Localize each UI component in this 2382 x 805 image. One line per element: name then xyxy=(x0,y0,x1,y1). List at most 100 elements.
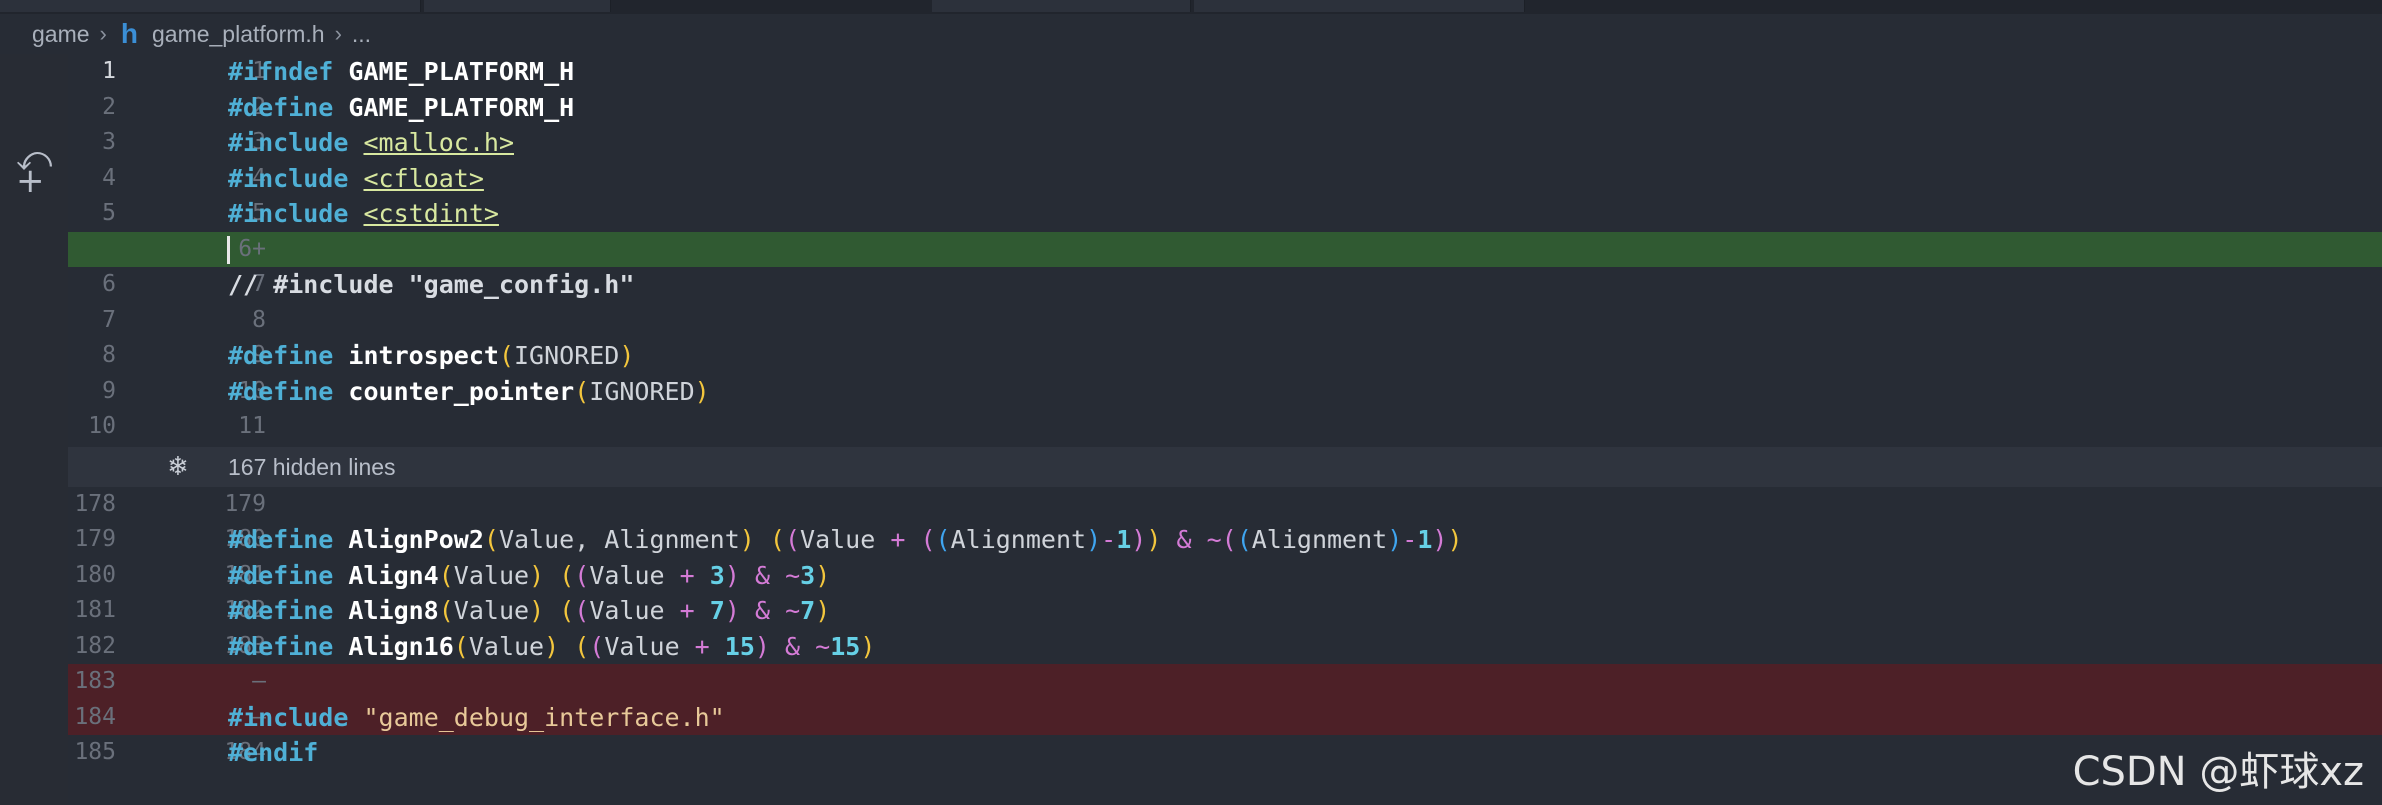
code-line[interactable]: 78 xyxy=(68,303,2382,339)
hidden-lines-label[interactable]: 167 hidden lines xyxy=(228,447,396,487)
original-line-number: 4 xyxy=(102,164,116,191)
code-token: #define xyxy=(228,376,334,406)
code-line[interactable]: 10 11 xyxy=(68,409,2382,445)
code-token: ( xyxy=(559,560,575,590)
stage-plus-icon[interactable]: + xyxy=(16,164,45,198)
code-token: 15 xyxy=(724,631,755,661)
code-line[interactable]: 1 1 #ifndef GAME_PLATFORM_H xyxy=(68,54,2382,90)
code-token: & xyxy=(754,596,770,625)
code-token: #define xyxy=(228,525,334,554)
code-token: + xyxy=(679,560,695,590)
code-token: 3 xyxy=(709,560,725,590)
code-token: ( xyxy=(1221,525,1237,554)
code-token: ) xyxy=(529,560,545,590)
added-line[interactable]: 6+ xyxy=(68,231,2382,268)
code-token: ~ xyxy=(1206,525,1222,554)
code-token: GAME_PLATFORM_H xyxy=(348,57,575,86)
original-line-number: 183 xyxy=(74,668,116,694)
original-line-number: 179 xyxy=(74,526,116,552)
original-line-number: 7 xyxy=(102,306,116,333)
code-token: "game_debug_interface.h" xyxy=(363,702,725,732)
removed-line[interactable]: 184— #include "game_debug_interface.h" xyxy=(68,699,2382,736)
code-text[interactable]: #define Align16(Value) ((Value + 15) & ~… xyxy=(228,629,875,665)
original-line-number xyxy=(68,232,116,268)
code-text[interactable]: #define GAME_PLATFORM_H xyxy=(228,90,574,126)
code-line[interactable]: 4 4 #include <cfloat> xyxy=(68,161,2382,197)
code-token: // #include "game_config.h" xyxy=(228,270,635,299)
code-text[interactable]: #define AlignPow2(Value, Alignment) ((Va… xyxy=(228,522,1463,558)
code-token: Value xyxy=(453,596,530,625)
code-line[interactable]: 9 10 #define counter_pointer(IGNORED) xyxy=(68,374,2382,410)
code-token: #include xyxy=(228,199,349,228)
code-token: introspect xyxy=(348,341,499,370)
code-token: ( xyxy=(935,525,951,554)
original-line-number: 8 xyxy=(102,342,116,368)
code-token: #define xyxy=(228,341,334,370)
code-token: Align16 xyxy=(348,631,454,661)
code-token: IGNORED xyxy=(514,341,620,370)
fold-expand-icon[interactable]: ❄ xyxy=(158,447,198,487)
modified-line-number: 11 xyxy=(238,413,266,439)
code-token: + xyxy=(679,596,695,625)
code-token: 3 xyxy=(800,560,816,590)
breadcrumb-file[interactable]: game_platform.h xyxy=(152,21,325,48)
code-text[interactable]: #include <malloc.h> xyxy=(228,125,514,161)
original-line-number: 185 xyxy=(74,739,116,765)
code-line[interactable]: 179 180 #define AlignPow2(Value, Alignment… xyxy=(68,522,2382,558)
code-token: 1 xyxy=(1116,525,1132,554)
code-text[interactable]: #define introspect(IGNORED) xyxy=(228,338,634,374)
removed-line[interactable]: 183 — xyxy=(68,664,2382,700)
hidden-lines-fold[interactable]: ❄ 167 hidden lines xyxy=(68,446,2382,487)
code-token: ) xyxy=(1086,525,1102,554)
breadcrumb-more[interactable]: ... xyxy=(352,21,371,48)
tab[interactable] xyxy=(424,0,611,12)
code-text[interactable]: #define Align8(Value) ((Value + 7) & ~7) xyxy=(228,593,830,629)
code-token: ) xyxy=(724,596,740,625)
code-line[interactable]: 5 5 #include <cstdint> xyxy=(68,196,2382,232)
code-text[interactable]: #ifndef GAME_PLATFORM_H xyxy=(228,54,574,90)
code-line[interactable]: 2 2 #define GAME_PLATFORM_H xyxy=(68,90,2382,126)
breadcrumb-folder[interactable]: game xyxy=(32,21,90,48)
code-text[interactable]: // #include "game_config.h" xyxy=(228,267,634,303)
original-line-number: 10 xyxy=(88,413,116,439)
code-token: ) xyxy=(739,525,755,554)
code-token: counter_pointer xyxy=(348,376,575,406)
code-token: #include xyxy=(228,163,349,193)
code-text[interactable]: #include <cstdint> xyxy=(228,196,499,232)
original-line-number: 184 xyxy=(74,703,116,730)
diff-editor[interactable]: 1 1 #ifndef GAME_PLATFORM_H 2 2 #define GAME_… xyxy=(68,54,2382,805)
code-text[interactable]: #endif xyxy=(228,735,318,771)
code-token: ( xyxy=(438,596,454,625)
code-token: Value, Alignment xyxy=(498,525,740,554)
code-line[interactable]: 180 181 #define Align4(Value) ((Value + 3)… xyxy=(68,558,2382,594)
code-line[interactable]: 8 9 #define introspect(IGNORED) xyxy=(68,338,2382,374)
code-line[interactable]: 178 179 xyxy=(68,487,2382,523)
code-token: + xyxy=(694,631,710,661)
code-text[interactable]: #define counter_pointer(IGNORED) xyxy=(228,374,710,410)
code-token: ( xyxy=(1236,525,1252,554)
modified-line-number: 6+ xyxy=(238,235,266,262)
tab[interactable] xyxy=(0,0,421,12)
code-token: ) xyxy=(544,631,560,661)
code-line[interactable]: 181 182 #define Align8(Value) ((Value + 7)… xyxy=(68,593,2382,629)
code-line[interactable]: 3 3 #include <malloc.h> xyxy=(68,125,2382,161)
code-text[interactable]: #include "game_debug_interface.h" xyxy=(228,700,725,736)
code-line[interactable]: 182 183 #define Align16(Value) ((Value + 1… xyxy=(68,629,2382,665)
tab[interactable] xyxy=(1194,0,1525,12)
tab[interactable] xyxy=(932,0,1191,12)
code-line[interactable]: 185 184 #endif xyxy=(68,735,2382,771)
code-line[interactable]: 6 7// #include "game_config.h" xyxy=(68,267,2382,303)
code-text[interactable]: #define Align4(Value) ((Value + 3) & ~3) xyxy=(228,558,830,594)
original-line-number: 1 xyxy=(102,58,116,84)
code-text[interactable]: #include <cfloat> xyxy=(228,161,484,197)
code-token: ) xyxy=(619,341,635,370)
